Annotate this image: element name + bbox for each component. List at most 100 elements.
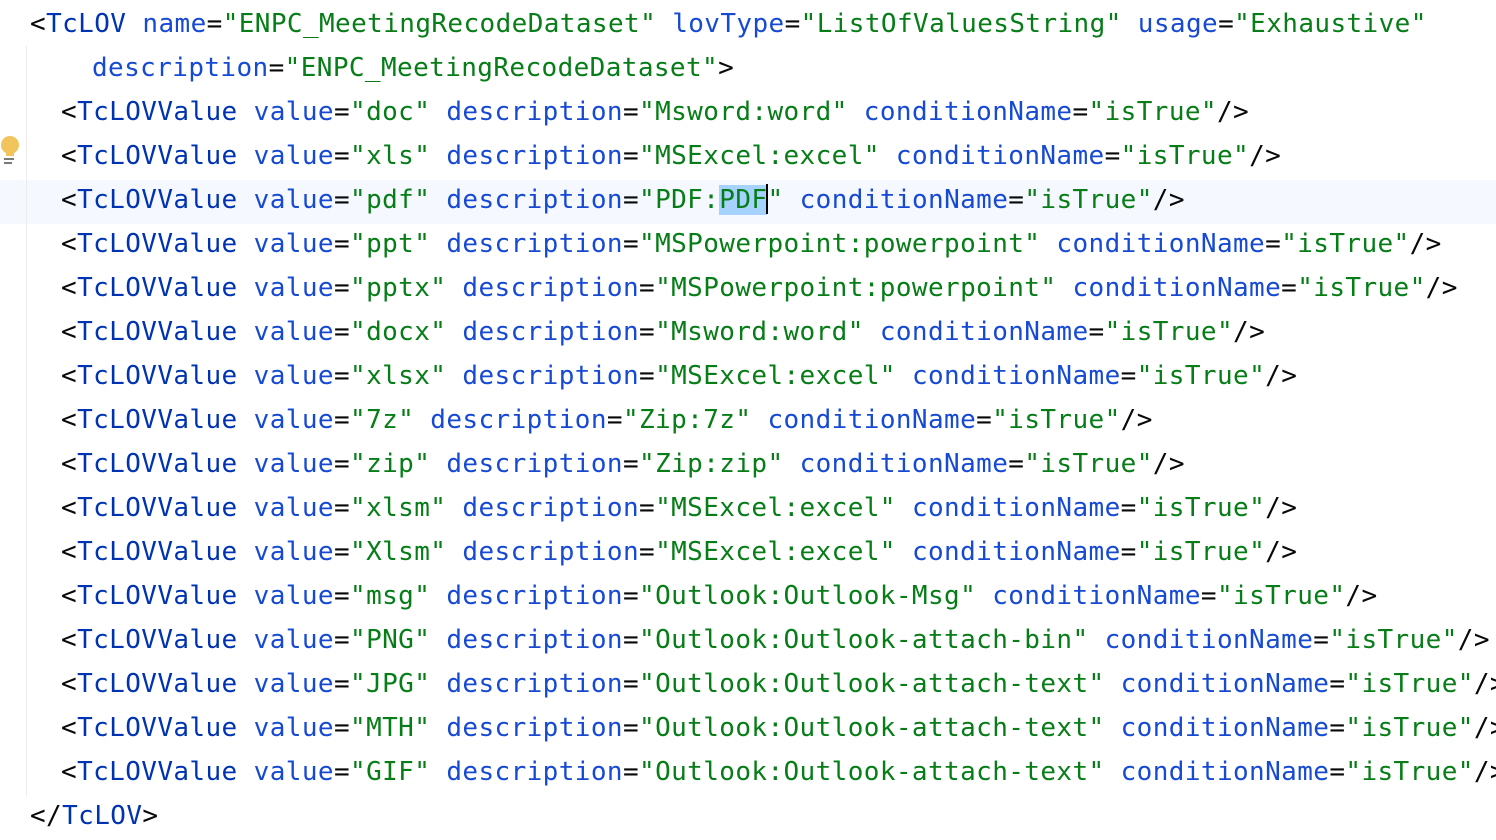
attr-name: value <box>253 757 334 787</box>
code-line-lov-value[interactable]: <TcLOVValue value="Xlsm" description="MS… <box>30 530 1297 574</box>
code-line-lov-value[interactable]: <TcLOVValue value="xls" description="MSE… <box>30 134 1281 178</box>
attr-name: description <box>462 361 639 391</box>
equals: = <box>1008 185 1025 215</box>
code-line-lov-value[interactable]: <TcLOVValue value="pdf" description="PDF… <box>30 178 1185 222</box>
attr-name: description <box>462 273 639 303</box>
equals: = <box>976 405 993 435</box>
attr-name: description <box>446 185 623 215</box>
equals: = <box>639 361 656 391</box>
tag-bracket: < <box>61 317 78 347</box>
code-line-lov-value[interactable]: <TcLOVValue value="msg" description="Out… <box>30 574 1378 618</box>
tag-bracket: /> <box>1152 449 1185 479</box>
code-line-lov-value[interactable]: <TcLOVValue value="zip" description="Zip… <box>30 442 1185 486</box>
value-text: " <box>767 185 784 215</box>
attr-value-with-selection: "PDF:PDF" <box>639 184 784 215</box>
attr-value: "MSExcel:excel" <box>655 537 896 567</box>
tag-bracket: /> <box>1249 141 1282 171</box>
attr-value: "ENPC_MeetingRecodeDataset" <box>222 9 657 39</box>
code-line-lov-value[interactable]: <TcLOVValue value="GIF" description="Out… <box>30 750 1496 794</box>
tag-name: TcLOVValue <box>77 317 238 347</box>
tag-name: TcLOVValue <box>77 185 238 215</box>
equals: = <box>784 9 801 39</box>
attr-name: usage <box>1137 9 1219 39</box>
lightbulb-icon[interactable] <box>0 134 22 166</box>
equals: = <box>1120 493 1137 523</box>
attr-name: description <box>462 317 639 347</box>
code-line-lov-value[interactable]: <TcLOVValue value="7z" description="Zip:… <box>30 398 1153 442</box>
tag-bracket: /> <box>1120 405 1153 435</box>
tag-bracket: < <box>61 625 78 655</box>
attr-value: "isTrue" <box>1024 449 1153 479</box>
attr-value: "Outlook:Outlook-attach-bin" <box>639 625 1089 655</box>
attr-value: "Msword:word" <box>655 317 864 347</box>
attr-name: conditionName <box>1104 625 1314 655</box>
tag-bracket: /> <box>1265 493 1298 523</box>
attr-name: conditionName <box>799 185 1009 215</box>
equals: = <box>1329 669 1346 699</box>
equals: = <box>622 449 640 479</box>
tag-bracket: /> <box>1265 537 1298 567</box>
code-line-lov-value[interactable]: <TcLOVValue value="ppt" description="MSP… <box>30 222 1442 266</box>
attr-name: conditionName <box>767 405 977 435</box>
attr-value: "xlsm" <box>350 493 447 523</box>
attr-name: description <box>462 537 639 567</box>
equals: = <box>333 97 351 127</box>
equals: = <box>622 97 640 127</box>
code-line-lov-value[interactable]: <TcLOVValue value="JPG" description="Out… <box>30 662 1496 706</box>
attr-value: "doc" <box>350 97 431 127</box>
equals: = <box>622 581 640 611</box>
code-line-lov-value[interactable]: <TcLOVValue value="doc" description="Msw… <box>30 90 1249 134</box>
attr-name: value <box>253 229 334 259</box>
attr-value: "ListOfValuesString" <box>800 9 1122 39</box>
code-line-lov-value[interactable]: <TcLOVValue value="MTH" description="Out… <box>30 706 1496 750</box>
code-editor[interactable]: <TcLOV name="ENPC_MeetingRecodeDataset" … <box>0 0 1496 840</box>
code-line-lov-value[interactable]: <TcLOVValue value="xlsx" description="MS… <box>30 354 1297 398</box>
equals: = <box>333 537 351 567</box>
attr-value: "MSPowerpoint:powerpoint" <box>655 273 1057 303</box>
attr-name: lovType <box>672 9 785 39</box>
tag-bracket: < <box>30 9 47 39</box>
code-line-lov-value[interactable]: <TcLOVValue value="xlsm" description="MS… <box>30 486 1297 530</box>
attr-value: "isTrue" <box>992 405 1121 435</box>
attr-name: description <box>462 493 639 523</box>
tag-bracket: /> <box>1473 713 1496 743</box>
equals: = <box>1218 9 1235 39</box>
tag-name: TcLOVValue <box>77 493 238 523</box>
attr-value: "MSExcel:excel" <box>655 361 896 391</box>
code-line-root-open[interactable]: <TcLOV name="ENPC_MeetingRecodeDataset" … <box>30 2 1427 46</box>
equals: = <box>639 273 656 303</box>
tag-bracket: < <box>61 669 78 699</box>
tag-name: TcLOVValue <box>77 449 238 479</box>
attr-name: value <box>253 449 334 479</box>
equals: = <box>333 317 351 347</box>
code-line-root-description[interactable]: description="ENPC_MeetingRecodeDataset"> <box>30 46 734 90</box>
equals: = <box>333 669 351 699</box>
equals: = <box>606 405 623 435</box>
attr-value: "GIF" <box>350 757 431 787</box>
code-line-lov-value[interactable]: <TcLOVValue value="pptx" description="MS… <box>30 266 1458 310</box>
attr-value: "isTrue" <box>1345 757 1474 787</box>
attr-value: "msg" <box>350 581 431 611</box>
attr-name: conditionName <box>879 317 1089 347</box>
attr-value: "pdf" <box>350 185 431 215</box>
code-line-lov-value[interactable]: <TcLOVValue value="PNG" description="Out… <box>30 618 1490 662</box>
attr-name: value <box>253 493 334 523</box>
attr-name: description <box>446 97 623 127</box>
code-line-root-close[interactable]: </TcLOV> <box>30 794 158 838</box>
equals: = <box>622 625 640 655</box>
tag-name: TcLOVValue <box>77 537 238 567</box>
tag-bracket: < <box>61 229 78 259</box>
attr-name: description <box>446 669 623 699</box>
tag-name: TcLOVValue <box>77 757 238 787</box>
equals: = <box>333 581 351 611</box>
attr-name: description <box>446 141 623 171</box>
code-line-lov-value[interactable]: <TcLOVValue value="docx" description="Ms… <box>30 310 1265 354</box>
equals: = <box>333 625 351 655</box>
tag-bracket: /> <box>1473 757 1496 787</box>
attr-name: value <box>253 185 334 215</box>
attr-name: value <box>253 273 334 303</box>
equals: = <box>333 493 351 523</box>
tag-bracket: < <box>61 185 78 215</box>
attr-value: "isTrue" <box>1329 625 1458 655</box>
tag-bracket: /> <box>1152 185 1185 215</box>
